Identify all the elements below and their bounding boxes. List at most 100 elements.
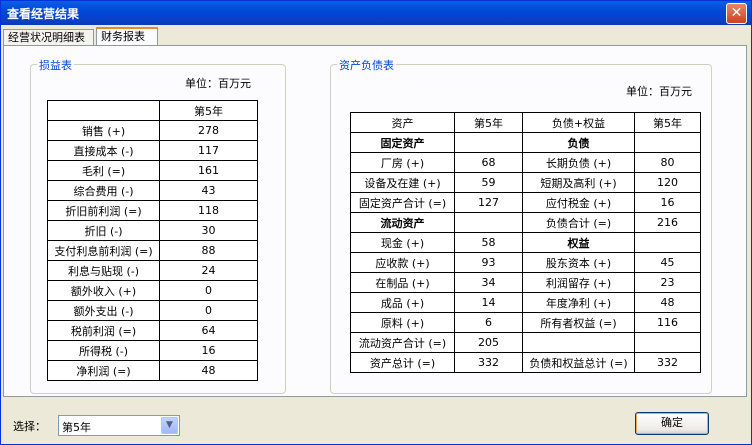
close-button[interactable]: ✕ <box>726 3 747 24</box>
table-cell: 116 <box>634 312 701 333</box>
table-row: 所得税 (-) 16 <box>47 340 258 361</box>
balance-sheet-title: 资产负债表 <box>337 57 396 73</box>
table-cell: 64 <box>159 320 258 341</box>
title-bar[interactable]: 查看经营结果 ✕ <box>1 1 751 25</box>
table-cell: 负债 <box>522 132 635 153</box>
table-header-cell <box>47 100 160 121</box>
table-row: 折旧 (-) 30 <box>47 220 258 241</box>
table-cell: 16 <box>634 192 701 213</box>
table-cell: 48 <box>159 360 258 381</box>
table-cell: 48 <box>634 292 701 313</box>
table-cell: 205 <box>454 332 523 353</box>
table-cell: 税前利润 (=) <box>47 320 160 341</box>
table-cell: 120 <box>634 172 701 193</box>
table-cell: 应收款 (+) <box>350 252 455 273</box>
table-cell: 0 <box>159 280 258 301</box>
ok-button[interactable]: 确定 <box>635 412 709 435</box>
income-statement-table: 第5年 销售 (+) 278 直接成本 (-) 117 毛利 (=) 161 综合费用 (-)… <box>47 100 258 381</box>
table-cell: 58 <box>454 232 523 253</box>
income-statement-group: 损益表 单位：百万元 第5年 销售 (+) 278 直接成本 (-) 117 毛利 (=)… <box>30 57 286 394</box>
table-row: 设备及在建 (+) 59 短期及高利 (+) 120 <box>350 172 701 193</box>
table-row: 固定资产合计 (=) 127 应付税金 (+) 16 <box>350 192 701 213</box>
table-cell <box>634 132 701 153</box>
table-header-cell: 负债+权益 <box>522 112 635 133</box>
table-cell: 216 <box>634 212 701 233</box>
table-cell: 年度净利 (+) <box>522 292 635 313</box>
table-cell: 流动资产合计 (=) <box>350 332 455 353</box>
table-cell: 127 <box>454 192 523 213</box>
table-cell: 30 <box>159 220 258 241</box>
table-cell: 短期及高利 (+) <box>522 172 635 193</box>
window-title: 查看经营结果 <box>7 7 80 21</box>
table-cell: 长期负债 (+) <box>522 152 635 173</box>
table-cell: 278 <box>159 120 258 141</box>
table-row: 利息与贴现 (-) 24 <box>47 260 258 281</box>
table-cell: 资产总计 (=) <box>350 352 455 373</box>
table-row: 额外支出 (-) 0 <box>47 300 258 321</box>
table-cell: 应付税金 (+) <box>522 192 635 213</box>
table-header-cell: 第5年 <box>454 112 523 133</box>
table-row: 流动资产合计 (=) 205 <box>350 332 701 353</box>
table-row: 额外收入 (+) 0 <box>47 280 258 301</box>
table-cell <box>634 232 701 253</box>
table-cell <box>522 332 635 353</box>
table-cell: 折旧前利润 (=) <box>47 200 160 221</box>
balance-unit-label: 单位：百万元 <box>626 85 692 98</box>
table-row: 固定资产 负债 <box>350 132 701 153</box>
table-header-row: 资产 第5年 负债+权益 第5年 <box>350 112 701 133</box>
table-cell: 负债合计 (=) <box>522 212 635 233</box>
table-cell: 厂房 (+) <box>350 152 455 173</box>
table-cell: 折旧 (-) <box>47 220 160 241</box>
table-row: 资产总计 (=) 332 负债和权益总计 (=) 332 <box>350 352 701 373</box>
table-row: 毛利 (=) 161 <box>47 160 258 181</box>
table-row: 成品 (+) 14 年度净利 (+) 48 <box>350 292 701 313</box>
table-cell: 23 <box>634 272 701 293</box>
table-cell: 在制品 (+) <box>350 272 455 293</box>
year-select-value: 第5年 <box>62 421 91 434</box>
table-row: 支付利息前利润 (=) 88 <box>47 240 258 261</box>
table-row: 流动资产 负债合计 (=) 216 <box>350 212 701 233</box>
table-cell: 股东资本 (+) <box>522 252 635 273</box>
table-row: 折旧前利润 (=) 118 <box>47 200 258 221</box>
table-row: 直接成本 (-) 117 <box>47 140 258 161</box>
table-row: 税前利润 (=) 64 <box>47 320 258 341</box>
table-cell: 成品 (+) <box>350 292 455 313</box>
income-statement-title: 损益表 <box>37 57 74 73</box>
table-header-cell: 第5年 <box>634 112 701 133</box>
table-cell: 93 <box>454 252 523 273</box>
table-cell: 24 <box>159 260 258 281</box>
table-cell: 毛利 (=) <box>47 160 160 181</box>
table-cell: 固定资产 <box>350 132 455 153</box>
table-cell: 88 <box>159 240 258 261</box>
table-cell: 原料 (+) <box>350 312 455 333</box>
table-header-row: 第5年 <box>47 100 258 121</box>
table-cell <box>634 332 701 353</box>
table-row: 原料 (+) 6 所有者权益 (=) 116 <box>350 312 701 333</box>
table-cell: 68 <box>454 152 523 173</box>
table-cell: 59 <box>454 172 523 193</box>
table-cell: 332 <box>634 352 701 373</box>
table-header-cell: 资产 <box>350 112 455 133</box>
table-row: 厂房 (+) 68 长期负债 (+) 80 <box>350 152 701 173</box>
table-row: 销售 (+) 278 <box>47 120 258 141</box>
income-unit-label: 单位：百万元 <box>185 77 251 90</box>
financial-report-panel: 损益表 单位：百万元 第5年 销售 (+) 278 直接成本 (-) 117 毛利 (=)… <box>3 45 747 397</box>
report-window: 查看经营结果 ✕ 经营状况明细表 财务报表 损益表 单位：百万元 第5年 销售 (… <box>0 0 752 445</box>
table-cell: 流动资产 <box>350 212 455 233</box>
table-cell: 销售 (+) <box>47 120 160 141</box>
table-cell: 综合费用 (-) <box>47 180 160 201</box>
table-cell: 额外支出 (-) <box>47 300 160 321</box>
table-cell <box>454 132 523 153</box>
table-cell: 16 <box>159 340 258 361</box>
table-cell: 45 <box>634 252 701 273</box>
table-row: 综合费用 (-) 43 <box>47 180 258 201</box>
table-cell: 支付利息前利润 (=) <box>47 240 160 261</box>
table-cell: 固定资产合计 (=) <box>350 192 455 213</box>
table-cell: 负债和权益总计 (=) <box>522 352 635 373</box>
tab-financial-report[interactable]: 财务报表 <box>96 27 158 47</box>
table-cell: 161 <box>159 160 258 181</box>
table-cell: 0 <box>159 300 258 321</box>
year-select[interactable]: 第5年 ▼ <box>58 415 180 436</box>
chevron-down-icon[interactable]: ▼ <box>161 417 178 434</box>
table-cell: 34 <box>454 272 523 293</box>
